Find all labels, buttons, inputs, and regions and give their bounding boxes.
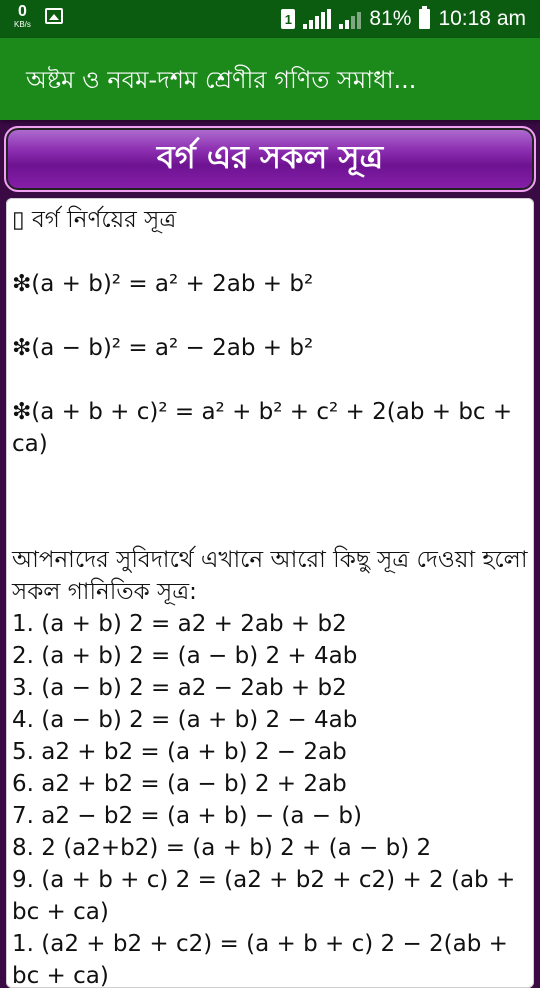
list-item: 4. (a − b) 2 = (a + b) 2 − 4ab (12, 707, 358, 733)
status-right: 1 81% 10:18 am (281, 0, 526, 38)
list-title: সকল গানিতিক সূত্র: (12, 579, 197, 605)
list-item: 7. a2 − b2 = (a + b) − (a − b) (12, 803, 362, 829)
battery-icon (419, 6, 431, 29)
list-item: 3. (a − b) 2 = a2 − 2ab + b2 (12, 675, 347, 701)
page-title: বর্গ এর সকল সূত্র (156, 138, 384, 176)
list-item: 6. a2 + b2 = (a − b) 2 + 2ab (12, 771, 347, 797)
signal-strength-secondary-icon (339, 9, 362, 29)
gallery-notification-icon (44, 8, 63, 24)
clock: 10:18 am (438, 7, 526, 30)
list-item: 2. (a + b) 2 = (a − b) 2 + 4ab (12, 643, 358, 669)
content-body: ▯ বর্গ নির্ণয়ের সূত্র ❇(a + b)² = a² + … (6, 198, 534, 988)
formula-2: ❇(a − b)² = a² − 2ab + b² (12, 335, 314, 361)
data-speed-value: 0 (18, 3, 27, 20)
section-heading: ▯ বর্গ নির্ণয়ের সূত্র (12, 207, 177, 233)
app-bar: অষ্টম ও নবম-দশম শ্রেণীর গণিত সমাধা... (0, 38, 540, 120)
sim-icon: 1 (281, 9, 296, 29)
battery-percent: 81% (369, 7, 412, 30)
data-speed-indicator: 0 KB/s (14, 4, 31, 29)
formula-1: ❇(a + b)² = a² + 2ab + b² (12, 271, 314, 297)
list-item: 8. 2 (a2+b2) = (a + b) 2 + (a − b) 2 (12, 835, 432, 861)
status-left: 0 KB/s (14, 4, 63, 29)
header-banner: বর্গ এর সকল সূত্র (4, 126, 536, 192)
app-title: অষ্টম ও নবম-দশম শ্রেণীর গণিত সমাধা... (26, 66, 417, 94)
list-item: 1. (a + b) 2 = a2 + 2ab + b2 (12, 611, 347, 637)
list-item: 9. (a + b + c) 2 = (a2 + b2 + c2) + 2 (a… (12, 867, 516, 925)
data-speed-unit: KB/s (14, 20, 31, 29)
signal-strength-icon (303, 9, 332, 29)
formula-3: ❇(a + b + c)² = a² + b² + c² + 2(ab + bc… (12, 399, 513, 457)
list-item: 5. a2 + b2 = (a + b) 2 − 2ab (12, 739, 347, 765)
list-item: 1. (a2 + b2 + c2) = (a + b + c) 2 − 2(ab… (12, 931, 508, 988)
content-card[interactable]: ▯ বর্গ নির্ণয়ের সূত্র ❇(a + b)² = a² + … (6, 198, 534, 988)
status-bar: 0 KB/s 1 81% 10:18 am (0, 0, 540, 38)
intro-text: আপনাদের সুবিদার্থে এখানে আরো কিছু সূত্র … (12, 547, 528, 573)
